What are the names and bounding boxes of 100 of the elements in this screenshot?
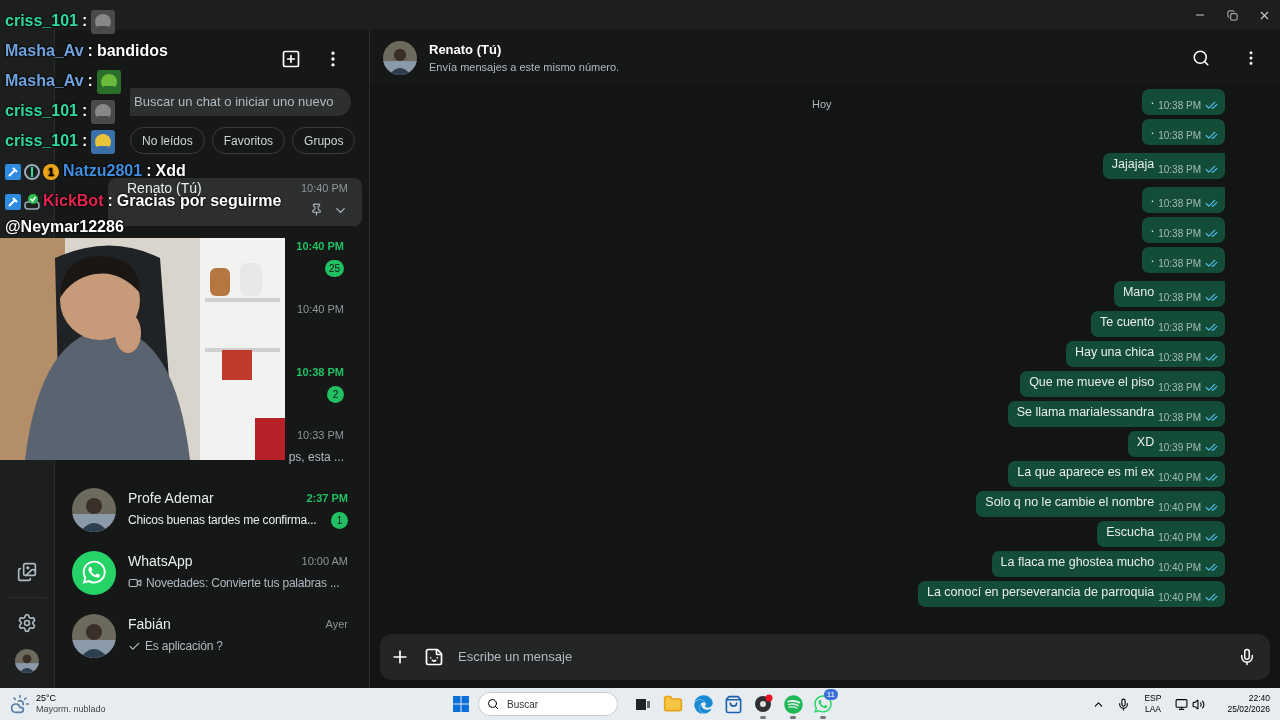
running-indicator: [790, 716, 796, 719]
chat-time: 10:38 PM: [296, 365, 344, 380]
whatsapp-avatar-icon: [72, 550, 116, 595]
message-text: Mano: [1122, 284, 1155, 302]
temperature: 25°C: [36, 693, 58, 704]
chat-time: 10:40 PM: [300, 180, 348, 196]
message-time: 10:40 PM: [1158, 502, 1201, 514]
chat-username: criss_101: [5, 132, 78, 149]
chat-username: criss_101: [5, 12, 78, 29]
chat-name: Fabián: [128, 614, 171, 634]
contact-name[interactable]: Renato (Tú): [429, 39, 1180, 59]
separator: :: [81, 12, 88, 29]
chat-preview: Novedades: Convierte tus palabras ...: [146, 575, 340, 592]
chat-username: Masha_Av: [5, 72, 84, 89]
unread-badge: 1: [331, 511, 348, 529]
volume-icon[interactable]: [1192, 697, 1206, 711]
settings-icon[interactable]: [17, 613, 37, 633]
message-text: XD: [1136, 434, 1155, 452]
message-time: 10:39 PM: [1158, 442, 1201, 454]
store-icon[interactable]: [723, 694, 743, 714]
chat-message: bandidos: [96, 42, 168, 59]
chat-name: WhatsApp: [128, 551, 193, 571]
filter-chip[interactable]: No leídos: [130, 127, 205, 154]
chat-time: 10:40 PM: [296, 239, 344, 254]
chat-username: KickBot: [43, 192, 104, 209]
message-text: Te cuento: [1099, 314, 1155, 332]
chat-preview: ps, esta ...: [288, 449, 344, 466]
keyboard-layout-label[interactable]: LAA: [1144, 704, 1161, 715]
separator: :: [81, 132, 88, 149]
pin-icon: [310, 202, 323, 216]
record-app-icon[interactable]: [753, 694, 773, 714]
message-time: 10:38 PM: [1158, 130, 1201, 142]
chat-username: Masha_Av: [5, 42, 84, 59]
message-text: Hay una chica: [1074, 344, 1155, 362]
chat-row[interactable]: 10:38 PM 2: [286, 352, 344, 415]
chat-message: Xdd: [155, 162, 186, 179]
message-time: 10:38 PM: [1158, 198, 1201, 210]
message-time: 10:38 PM: [1158, 292, 1201, 304]
media-icon[interactable]: [17, 562, 37, 582]
chat-row[interactable]: 10:40 PM: [286, 289, 344, 352]
sticker-icon[interactable]: [424, 647, 444, 667]
chat-time: 2:37 PM: [306, 490, 348, 506]
message-time: 10:40 PM: [1158, 592, 1201, 604]
message-time: 10:38 PM: [1158, 322, 1201, 334]
message-text: .: [1150, 220, 1155, 238]
message-time: 10:38 PM: [1158, 352, 1201, 364]
restore-icon[interactable]: [1226, 9, 1238, 21]
message-text: .: [1150, 122, 1155, 140]
language-label[interactable]: ESP: [1144, 693, 1162, 704]
chat-time: 10:00 AM: [301, 553, 348, 569]
search-icon[interactable]: [1192, 48, 1210, 67]
separator: :: [87, 42, 93, 59]
network-icon[interactable]: [1175, 697, 1189, 711]
message-time: 10:38 PM: [1158, 228, 1201, 240]
chat-preview: Es aplicación ?: [145, 638, 223, 655]
unread-badge: 2: [327, 385, 344, 403]
chat-time: 10:40 PM: [296, 302, 344, 317]
message-text: .: [1150, 190, 1155, 208]
running-indicator: [820, 716, 826, 719]
message-text: La que aparece es mi ex: [1017, 464, 1155, 482]
weather-condition: Mayorm. nublado: [36, 704, 106, 715]
message-text: La conocí en perseverancia de parroquia: [926, 584, 1155, 602]
search-field[interactable]: Buscar un chat o iniciar uno nuevo: [130, 88, 351, 116]
message-time: 10:38 PM: [1158, 164, 1201, 176]
clock-time[interactable]: 22:40: [1248, 693, 1270, 704]
message-text: Escucha: [1106, 524, 1155, 542]
taskbar-search-field[interactable]: Buscar: [478, 692, 618, 716]
browser-icon[interactable]: [693, 694, 713, 714]
new-chat-icon[interactable]: [281, 49, 301, 69]
message-text: .: [1150, 92, 1155, 110]
separator: :: [107, 192, 113, 209]
search-icon: [487, 698, 499, 710]
chat-row[interactable]: 10:40 PM 25: [286, 226, 344, 289]
message-text: .: [1150, 250, 1155, 268]
weather-icon[interactable]: [10, 694, 30, 714]
clock-date[interactable]: 25/02/2026: [1227, 704, 1270, 715]
chat-row[interactable]: WhatsApp 10:00 AM Novedades: Convierte tus palabras ...: [62, 541, 362, 604]
notification-badge: 11: [823, 689, 838, 700]
chat-time: Ayer: [325, 616, 348, 632]
chat-name: Profe Ademar: [128, 488, 214, 508]
mic-icon[interactable]: [1117, 697, 1131, 711]
message-time: 10:38 PM: [1158, 258, 1201, 270]
message-text: Se llama marialessandra: [1016, 404, 1155, 422]
message-text: La flaca me ghostea mucho: [1000, 554, 1155, 572]
message-text: Que me mueve el piso: [1029, 374, 1155, 392]
robot-icon: [23, 192, 41, 211]
message-time: 10:40 PM: [1158, 472, 1201, 484]
date-label: Hoy: [812, 97, 832, 112]
separator: :: [146, 162, 152, 179]
message-time: 10:40 PM: [1158, 532, 1201, 544]
message-time: 10:38 PM: [1158, 382, 1201, 394]
chat-row[interactable]: Profe Ademar 2:37 PM Chicos buenas tardes me confirma... 1: [62, 478, 362, 541]
contact-status: Envía mensajes a este mismo número.: [429, 60, 621, 75]
message-time: 10:40 PM: [1158, 562, 1201, 574]
unread-badge: 25: [324, 259, 344, 277]
chat-row[interactable]: 10:33 PM ps, esta ...: [286, 415, 344, 478]
mic-icon[interactable]: [1238, 648, 1256, 666]
message-time: 10:38 PM: [1158, 412, 1201, 424]
chat-row[interactable]: Fabián Ayer Es aplicación ?: [62, 604, 362, 667]
running-indicator: [760, 716, 766, 719]
